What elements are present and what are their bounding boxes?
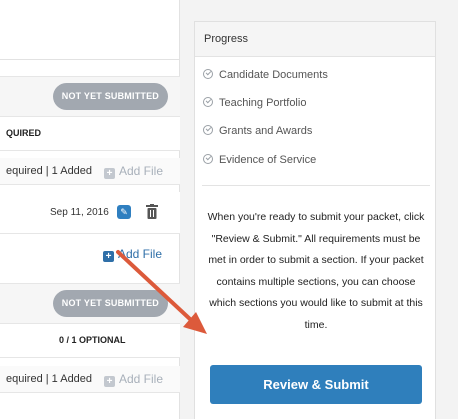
plus-icon: + (104, 168, 115, 179)
instruction-line: "Review & Submit." All requirements must… (211, 232, 421, 245)
requirement-summary: equired | 1 Added (6, 373, 93, 385)
section-header: NOT YET SUBMITTED (0, 283, 180, 324)
file-date: Sep 11, 2016 (50, 207, 109, 218)
progress-item[interactable]: Evidence of Service (203, 154, 316, 166)
status-badge: NOT YET SUBMITTED (52, 83, 168, 110)
instruction-line: When you're ready to submit your packet,… (207, 211, 425, 223)
add-file-button[interactable]: + Add File (104, 372, 163, 387)
progress-title: Progress (195, 22, 435, 57)
progress-item-label: Grants and Awards (219, 125, 313, 137)
instruction-line: which sections you would like to submit … (209, 297, 423, 309)
section-header: NOT YET SUBMITTED (0, 76, 180, 117)
add-file-button[interactable]: + Add File (103, 247, 162, 262)
progress-card: Progress Candidate Documents Teaching Po… (194, 21, 436, 419)
instruction-line: time. (304, 318, 328, 331)
submit-instructions: When you're ready to submit your packet,… (205, 207, 427, 336)
requirement-label: QUIRED (6, 128, 42, 138)
add-file-label: Add File (118, 247, 163, 261)
progress-item[interactable]: Grants and Awards (203, 125, 312, 137)
progress-item[interactable]: Teaching Portfolio (203, 97, 306, 109)
check-circle-icon (203, 97, 213, 107)
requirement-summary: equired | 1 Added (6, 165, 93, 177)
trash-icon[interactable] (146, 204, 158, 219)
instruction-line: met in order to submit a section. If you… (208, 254, 424, 266)
progress-item-label: Evidence of Service (219, 154, 317, 166)
add-file-button[interactable]: + Add File (104, 164, 163, 179)
add-file-label: Add File (119, 164, 164, 178)
requirement-summary-row: equired | 1 Added + Add File (0, 366, 180, 393)
divider (202, 185, 430, 186)
plus-icon: + (103, 251, 114, 262)
file-row: Sep 11, 2016 ✎ (0, 192, 180, 234)
status-badge: NOT YET SUBMITTED (52, 290, 168, 317)
plus-icon: + (104, 376, 115, 387)
requirement-row: QUIRED (0, 117, 180, 151)
edit-icon[interactable]: ✎ (117, 205, 131, 219)
page: NOT YET SUBMITTED QUIRED equired | 1 Add… (0, 0, 458, 419)
requirement-label: 0 / 1 OPTIONAL (59, 335, 126, 345)
progress-item-label: Teaching Portfolio (219, 97, 307, 109)
sections-panel: NOT YET SUBMITTED QUIRED equired | 1 Add… (0, 0, 180, 419)
check-circle-icon (203, 125, 213, 135)
review-submit-button[interactable]: Review & Submit (210, 365, 422, 404)
progress-item[interactable]: Candidate Documents (203, 69, 328, 81)
requirement-summary-row: equired | 1 Added + Add File (0, 158, 180, 185)
requirement-row: 0 / 1 OPTIONAL (0, 324, 180, 358)
panel-divider (0, 59, 180, 60)
progress-item-label: Candidate Documents (219, 69, 328, 81)
check-circle-icon (203, 69, 213, 79)
check-circle-icon (203, 154, 213, 164)
add-file-label: Add File (119, 372, 164, 386)
instruction-line: contains multiple sections, you can choo… (216, 275, 416, 288)
